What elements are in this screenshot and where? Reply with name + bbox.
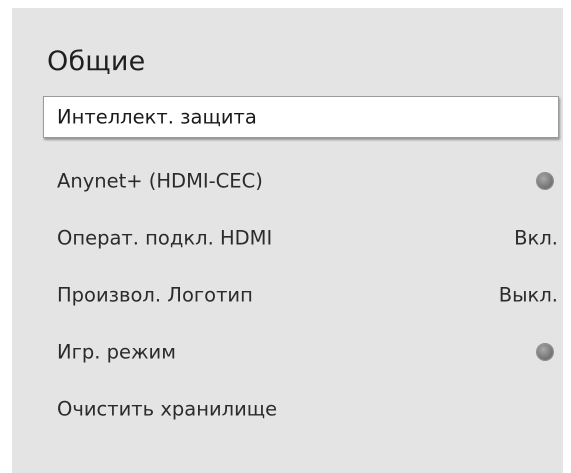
menu-item-label: Игр. режим (57, 340, 176, 363)
menu-item-clear-storage[interactable]: Очистить хранилище (43, 380, 559, 437)
toggle-off-icon[interactable] (537, 343, 553, 360)
menu-item-label: Anynet+ (HDMI-CEC) (57, 169, 263, 192)
toggle-off-icon[interactable] (537, 172, 553, 189)
menu-item-custom-logo[interactable]: Произвол. Логотип Выкл. (43, 266, 559, 323)
menu-item-label: Очистить хранилище (57, 397, 278, 420)
menu-item-anynet[interactable]: Anynet+ (HDMI-CEC) (43, 152, 559, 209)
panel-title: Общие (47, 46, 146, 77)
settings-panel: Общие Интеллект. защита Anynet+ (HDMI-CE… (12, 8, 563, 473)
menu-item-smart-security[interactable]: Интеллект. защита (43, 96, 559, 138)
menu-item-label: Произвол. Логотип (57, 283, 253, 306)
menu-item-label: Интеллект. защита (57, 105, 257, 129)
menu-item-value: Вкл. (514, 226, 558, 249)
settings-menu: Интеллект. защита Anynet+ (HDMI-CEC) Опе… (43, 96, 559, 437)
menu-item-hdmi-quick-connect[interactable]: Операт. подкл. HDMI Вкл. (43, 209, 559, 266)
menu-item-value: Выкл. (498, 283, 558, 306)
menu-item-label: Операт. подкл. HDMI (57, 226, 273, 249)
menu-item-game-mode[interactable]: Игр. режим (43, 323, 559, 380)
